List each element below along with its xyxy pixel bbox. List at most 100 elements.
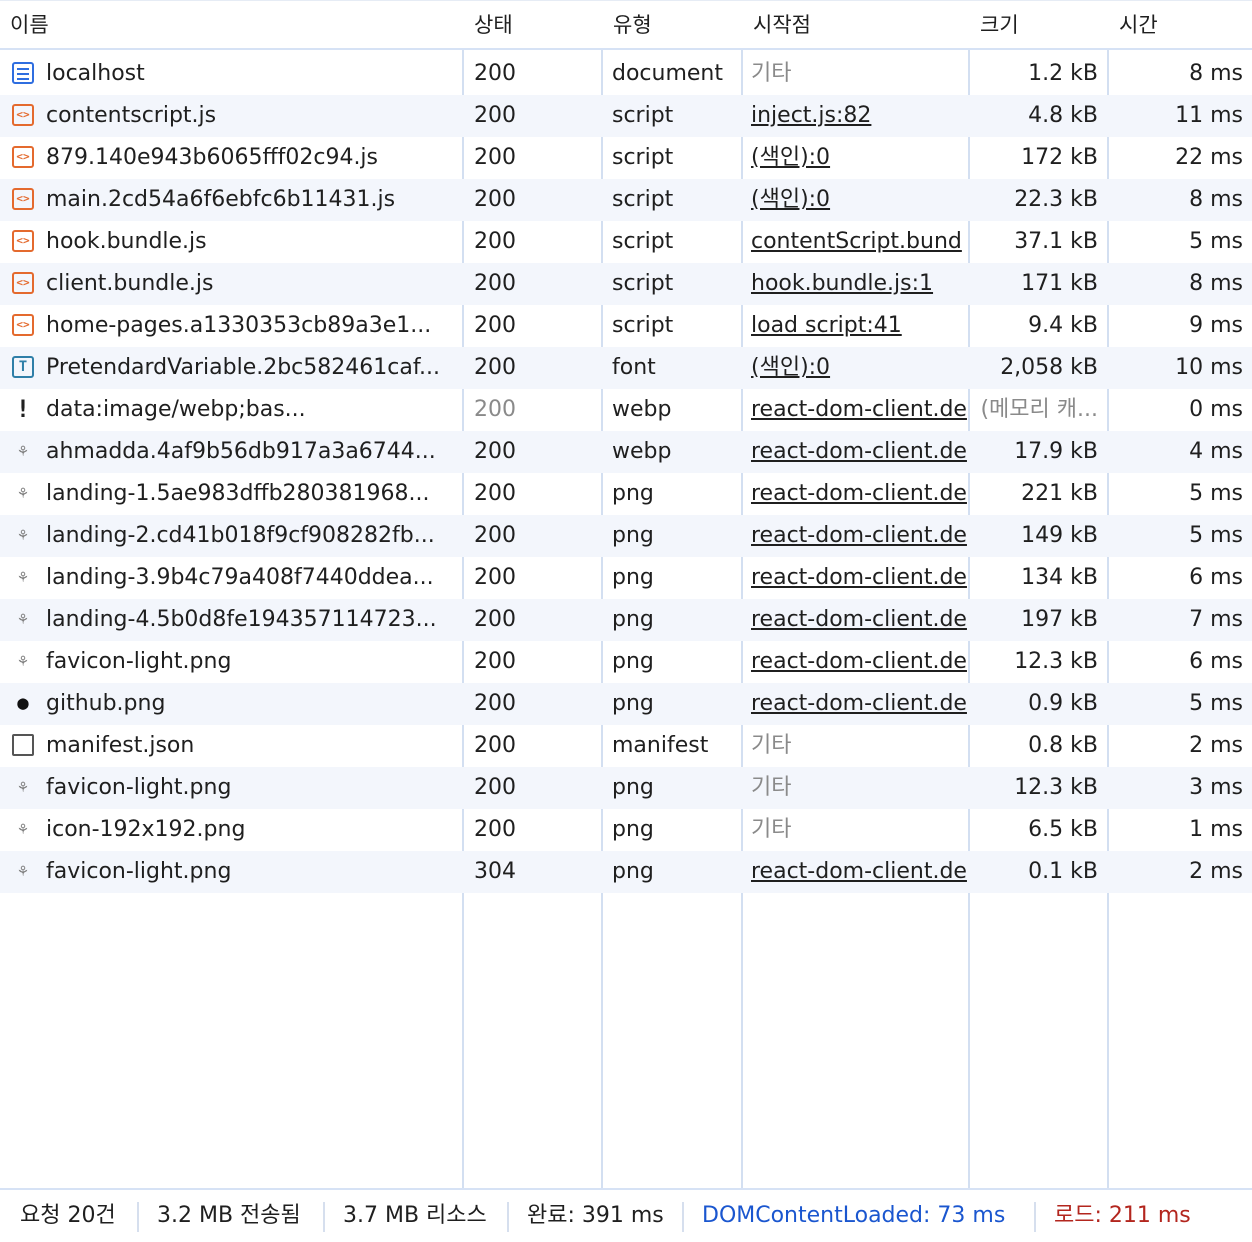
request-initiator[interactable]: load script:41 bbox=[751, 305, 968, 347]
table-row[interactable]: ! data:image/webp;bas... 200 webp react-dom-… bbox=[0, 389, 1252, 431]
request-name: hook.bundle.js bbox=[46, 229, 207, 254]
manifest-icon bbox=[12, 734, 34, 756]
table-row[interactable]: ⚘ landing-3.9b4c79a408f7440ddea... 200 png r… bbox=[0, 557, 1252, 599]
request-size: 171 kB bbox=[1021, 271, 1098, 296]
request-type: script bbox=[612, 187, 674, 212]
column-header-size[interactable]: 크기 bbox=[970, 1, 1107, 49]
script-icon: <> bbox=[12, 146, 34, 168]
image-thumbnail-icon: ⚘ bbox=[18, 777, 28, 796]
status-bar: 요청 20건 3.2 MB 전송됨 3.7 MB 리소스 완료: 391 ms … bbox=[0, 1188, 1252, 1242]
table-row[interactable]: T PretendardVariable.2bc582461caf... 200 fo… bbox=[0, 347, 1252, 389]
request-status: 200 bbox=[474, 61, 516, 86]
request-type: font bbox=[612, 355, 656, 380]
request-size: 134 kB bbox=[1021, 565, 1098, 590]
request-initiator[interactable]: react-dom-client.de bbox=[751, 851, 968, 893]
request-initiator[interactable]: hook.bundle.js:1 bbox=[751, 263, 968, 305]
table-row[interactable]: <> home-pages.a1330353cb89a3e1... 200 scrip… bbox=[0, 305, 1252, 347]
table-row[interactable]: <> hook.bundle.js 200 script contentScript.b… bbox=[0, 221, 1252, 263]
load-time: 로드: 211 ms bbox=[1054, 1203, 1191, 1228]
request-status: 200 bbox=[474, 565, 516, 590]
request-size: 12.3 kB bbox=[1014, 649, 1098, 674]
footer-divider bbox=[137, 1202, 139, 1232]
table-row[interactable]: ⚘ favicon-light.png 304 png react-dom-client… bbox=[0, 851, 1252, 893]
request-name: landing-3.9b4c79a408f7440ddea... bbox=[46, 565, 434, 590]
request-time: 2 ms bbox=[1189, 733, 1243, 758]
table-row[interactable]: ⚘ icon-192x192.png 200 png 기타 6.5 kB 1 ms bbox=[0, 809, 1252, 851]
table-row[interactable]: ⚘ landing-1.5ae983dffb280381968... 200 png r… bbox=[0, 473, 1252, 515]
table-row[interactable]: <> contentscript.js 200 script inject.js:82 4… bbox=[0, 95, 1252, 137]
request-initiator[interactable]: react-dom-client.de bbox=[751, 473, 968, 515]
request-initiator[interactable]: react-dom-client.de bbox=[751, 641, 968, 683]
request-type: png bbox=[612, 565, 654, 590]
request-initiator[interactable]: react-dom-client.de bbox=[751, 683, 968, 725]
request-type: webp bbox=[612, 397, 672, 422]
image-thumbnail-icon: ⚘ bbox=[18, 441, 28, 460]
request-time: 11 ms bbox=[1175, 103, 1243, 128]
request-initiator[interactable]: react-dom-client.de bbox=[751, 431, 968, 473]
request-name: contentscript.js bbox=[46, 103, 217, 128]
request-name: 879.140e943b6065fff02c94.js bbox=[46, 145, 379, 170]
column-header-time[interactable]: 시간 bbox=[1109, 1, 1252, 49]
request-size: 0.9 kB bbox=[1028, 691, 1098, 716]
table-row[interactable]: ● github.png 200 png react-dom-client.de 0.9 … bbox=[0, 683, 1252, 725]
request-type: manifest bbox=[612, 733, 709, 758]
request-name: data:image/webp;bas... bbox=[46, 397, 306, 422]
column-header-initiator[interactable]: 시작점 bbox=[743, 1, 968, 49]
request-initiator[interactable]: react-dom-client.de bbox=[751, 515, 968, 557]
request-status: 200 bbox=[474, 103, 516, 128]
request-initiator[interactable]: (색인):0 bbox=[751, 347, 968, 389]
table-row[interactable]: <> 879.140e943b6065fff02c94.js 200 script (색… bbox=[0, 137, 1252, 179]
request-status: 200 bbox=[474, 775, 516, 800]
request-time: 2 ms bbox=[1189, 859, 1243, 884]
request-status: 200 bbox=[474, 481, 516, 506]
footer-divider bbox=[323, 1202, 325, 1232]
request-time: 8 ms bbox=[1189, 61, 1243, 86]
table-row[interactable]: localhost 200 document 기타 1.2 kB 8 ms bbox=[0, 53, 1252, 95]
request-name: manifest.json bbox=[46, 733, 195, 758]
request-status: 200 bbox=[474, 397, 516, 422]
request-initiator[interactable]: inject.js:82 bbox=[751, 95, 968, 137]
request-status: 200 bbox=[474, 145, 516, 170]
request-initiator[interactable]: contentScript.bund bbox=[751, 221, 968, 263]
request-name: landing-4.5b0d8fe194357114723... bbox=[46, 607, 437, 632]
table-row[interactable]: ⚘ ahmadda.4af9b56db917a3a6744... 200 webp re… bbox=[0, 431, 1252, 473]
table-row[interactable]: manifest.json 200 manifest 기타 0.8 kB 2 ms bbox=[0, 725, 1252, 767]
column-header-name[interactable]: 이름 bbox=[0, 1, 462, 49]
request-status: 200 bbox=[474, 607, 516, 632]
request-type: png bbox=[612, 523, 654, 548]
request-initiator[interactable]: react-dom-client.de bbox=[751, 557, 968, 599]
table-row[interactable]: ⚘ landing-4.5b0d8fe194357114723... 200 png r… bbox=[0, 599, 1252, 641]
request-count: 요청 20건 bbox=[20, 1203, 116, 1228]
request-time: 5 ms bbox=[1189, 691, 1243, 716]
script-icon: <> bbox=[12, 272, 34, 294]
request-size: 221 kB bbox=[1021, 481, 1098, 506]
table-row[interactable]: <> client.bundle.js 200 script hook.bundle.j… bbox=[0, 263, 1252, 305]
request-size: 22.3 kB bbox=[1014, 187, 1098, 212]
request-status: 200 bbox=[474, 313, 516, 338]
table-row[interactable]: ⚘ landing-2.cd41b018f9cf908282fb... 200 png… bbox=[0, 515, 1252, 557]
request-name: icon-192x192.png bbox=[46, 817, 246, 842]
request-initiator[interactable]: react-dom-client.de bbox=[751, 599, 968, 641]
table-row[interactable]: ⚘ favicon-light.png 200 png react-dom-client… bbox=[0, 641, 1252, 683]
request-initiator[interactable]: (색인):0 bbox=[751, 179, 968, 221]
request-initiator[interactable]: (색인):0 bbox=[751, 137, 968, 179]
table-row[interactable]: ⚘ favicon-light.png 200 png 기타 12.3 kB 3 ms bbox=[0, 767, 1252, 809]
table-row[interactable]: <> main.2cd54a6f6ebfc6b11431.js 200 script (… bbox=[0, 179, 1252, 221]
request-time: 7 ms bbox=[1189, 607, 1243, 632]
request-time: 5 ms bbox=[1189, 523, 1243, 548]
column-header-status[interactable]: 상태 bbox=[464, 1, 601, 49]
image-thumbnail-icon: ⚘ bbox=[18, 483, 28, 502]
request-size: 37.1 kB bbox=[1014, 229, 1098, 254]
request-status: 200 bbox=[474, 817, 516, 842]
request-initiator[interactable]: react-dom-client.de bbox=[751, 389, 968, 431]
request-size: 0.8 kB bbox=[1028, 733, 1098, 758]
font-icon: T bbox=[12, 356, 34, 378]
request-name: client.bundle.js bbox=[46, 271, 214, 296]
request-size: 9.4 kB bbox=[1028, 313, 1098, 338]
request-size: 1.2 kB bbox=[1028, 61, 1098, 86]
column-header-type[interactable]: 유형 bbox=[603, 1, 741, 49]
request-type: png bbox=[612, 775, 654, 800]
request-status: 200 bbox=[474, 229, 516, 254]
request-type: png bbox=[612, 607, 654, 632]
request-size: 172 kB bbox=[1021, 145, 1098, 170]
